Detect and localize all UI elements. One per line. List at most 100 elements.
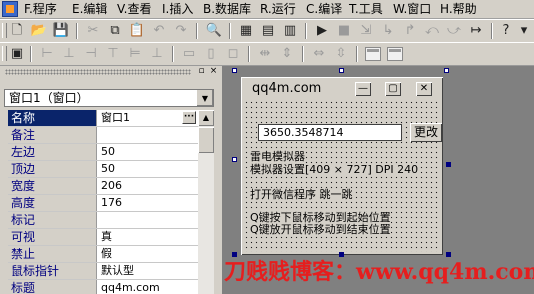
resize-handle[interactable] — [339, 252, 344, 257]
toolbar-grip[interactable] — [2, 46, 7, 61]
cut-icon[interactable]: ✂ — [85, 23, 101, 39]
toolbar-grip[interactable] — [2, 23, 7, 38]
scroll-up-icon[interactable]: ▲ — [198, 110, 214, 126]
property-value[interactable]: 默认型 — [98, 263, 198, 279]
close-icon[interactable]: ✕ — [416, 82, 432, 96]
resize-handle[interactable] — [232, 252, 237, 257]
panel-layout-icon[interactable]: ▥ — [282, 23, 298, 39]
run-to-cursor-icon[interactable]: ↦ — [468, 23, 484, 39]
value-edit-box[interactable]: 3650.3548714 — [258, 124, 402, 141]
same-width-icon[interactable]: ▭ — [181, 46, 197, 62]
resize-handle[interactable] — [446, 162, 451, 167]
resize-handle[interactable] — [232, 68, 237, 73]
object-selector[interactable]: 窗口1（窗口） ▼ — [4, 89, 214, 107]
menu-tools[interactable]: T.工具 — [349, 2, 383, 16]
property-grid-scrollbar[interactable]: ▲ — [198, 110, 214, 294]
property-row-remark[interactable]: 备注 — [8, 127, 198, 144]
panel-grip — [5, 69, 191, 75]
resize-handle[interactable] — [444, 68, 449, 73]
chevron-down-icon[interactable]: ▼ — [196, 90, 213, 106]
toolbar-separator — [491, 23, 493, 39]
form-design-icon[interactable]: ▣ — [9, 46, 25, 62]
menu-edit[interactable]: E.编辑 — [72, 2, 107, 16]
property-row-left[interactable]: 左边 50 — [8, 144, 198, 161]
property-value[interactable]: qq4m.com — [98, 280, 198, 294]
run-icon[interactable]: ▶ — [314, 23, 330, 39]
open-folder-icon[interactable]: 📂 — [31, 23, 47, 39]
property-value[interactable] — [98, 127, 198, 143]
align-middle-icon[interactable]: ⊨ — [127, 46, 143, 62]
properties-panel-header[interactable]: ▫ × — [3, 66, 219, 78]
align-right-icon[interactable]: ⊣ — [83, 46, 99, 62]
toolbar-separator — [356, 46, 358, 62]
menu-database[interactable]: B.数据库 — [203, 2, 251, 16]
same-size-icon[interactable]: ◻ — [225, 46, 241, 62]
breakpoint-icon[interactable]: ⤻ — [446, 23, 462, 39]
same-height-icon[interactable]: ▯ — [203, 46, 219, 62]
property-name: 顶边 — [8, 161, 97, 177]
new-file-icon[interactable]: 🗋 — [9, 23, 25, 39]
menu-run[interactable]: R.运行 — [260, 2, 296, 16]
help-icon[interactable]: ? — [498, 23, 514, 39]
step-out-icon[interactable]: ↱ — [402, 23, 418, 39]
property-value[interactable]: 50 — [98, 161, 198, 177]
menu-compile[interactable]: C.编译 — [306, 2, 342, 16]
property-row-name[interactable]: 名称 窗口1 ··· — [8, 110, 198, 127]
property-row-tag[interactable]: 标记 — [8, 212, 198, 229]
redo-icon[interactable]: ↷ — [173, 23, 189, 39]
resize-handle[interactable] — [446, 252, 451, 257]
layout-icon[interactable]: ▦ — [238, 23, 254, 39]
menu-view[interactable]: V.查看 — [117, 2, 151, 16]
property-value[interactable]: 假 — [98, 246, 198, 262]
property-row-title[interactable]: 标题 qq4m.com — [8, 280, 198, 294]
undo-icon[interactable]: ↶ — [151, 23, 167, 39]
center-horizontal-icon[interactable]: ⇔ — [311, 46, 327, 62]
property-row-width[interactable]: 宽度 206 — [8, 178, 198, 195]
form-client-area[interactable]: 3650.3548714 更改 雷电模拟器 模拟器设置[409 × 727] D… — [244, 100, 442, 252]
property-value[interactable]: 176 — [98, 195, 198, 211]
close-icon[interactable]: × — [208, 66, 219, 76]
step-into-icon[interactable]: ⇲ — [358, 23, 374, 39]
dropdown-arrow-icon[interactable]: ▾ — [516, 23, 532, 39]
restore-icon[interactable]: ▫ — [196, 66, 207, 76]
property-row-cursor[interactable]: 鼠标指针 默认型 — [8, 263, 198, 280]
space-vertical-icon[interactable]: ⇕ — [279, 46, 295, 62]
resize-handle[interactable] — [339, 68, 344, 73]
window-layout-icon[interactable]: ▤ — [260, 23, 276, 39]
step-over-icon[interactable]: ↳ — [380, 23, 396, 39]
align-bottom-icon[interactable]: ⊥ — [149, 46, 165, 62]
window-icon[interactable] — [365, 47, 381, 61]
space-horizontal-icon[interactable]: ⇹ — [257, 46, 273, 62]
property-row-disabled[interactable]: 禁止 假 — [8, 246, 198, 263]
property-value[interactable]: 50 — [98, 144, 198, 160]
property-row-visible[interactable]: 可视 真 — [8, 229, 198, 246]
form-title-bar[interactable]: qq4m.com — ▢ ✕ — [243, 79, 441, 99]
stop-icon[interactable]: ■ — [336, 23, 352, 39]
resize-handle[interactable] — [232, 157, 237, 162]
align-left-icon[interactable]: ⊢ — [39, 46, 55, 62]
scroll-thumb[interactable] — [198, 127, 214, 153]
align-center-icon[interactable]: ⊥ — [61, 46, 77, 62]
menu-program[interactable]: F.程序 — [24, 2, 57, 16]
property-row-top[interactable]: 顶边 50 — [8, 161, 198, 178]
save-icon[interactable]: 💾 — [53, 23, 69, 39]
minimize-icon[interactable]: — — [355, 82, 371, 96]
menu-insert[interactable]: I.插入 — [162, 2, 193, 16]
menu-window[interactable]: W.窗口 — [393, 2, 431, 16]
align-top-icon[interactable]: ⊤ — [105, 46, 121, 62]
ellipsis-button[interactable]: ··· — [182, 111, 196, 124]
window-icon[interactable] — [387, 47, 403, 61]
change-button[interactable]: 更改 — [410, 123, 442, 142]
step-return-icon[interactable]: ⤺ — [424, 23, 440, 39]
find-icon[interactable]: 🔍 — [206, 23, 222, 39]
maximize-icon[interactable]: ▢ — [385, 82, 401, 96]
property-value[interactable]: 真 — [98, 229, 198, 245]
paste-icon[interactable]: 📋 — [129, 23, 145, 39]
property-row-height[interactable]: 高度 176 — [8, 195, 198, 212]
design-form-window[interactable]: qq4m.com — ▢ ✕ 3650.3548714 更改 雷电模拟器 模拟器… — [241, 77, 443, 255]
menu-help[interactable]: H.帮助 — [440, 2, 477, 16]
property-value[interactable] — [98, 212, 198, 228]
center-vertical-icon[interactable]: ⇳ — [333, 46, 349, 62]
copy-icon[interactable]: ⧉ — [107, 23, 123, 39]
property-value[interactable]: 206 — [98, 178, 198, 194]
